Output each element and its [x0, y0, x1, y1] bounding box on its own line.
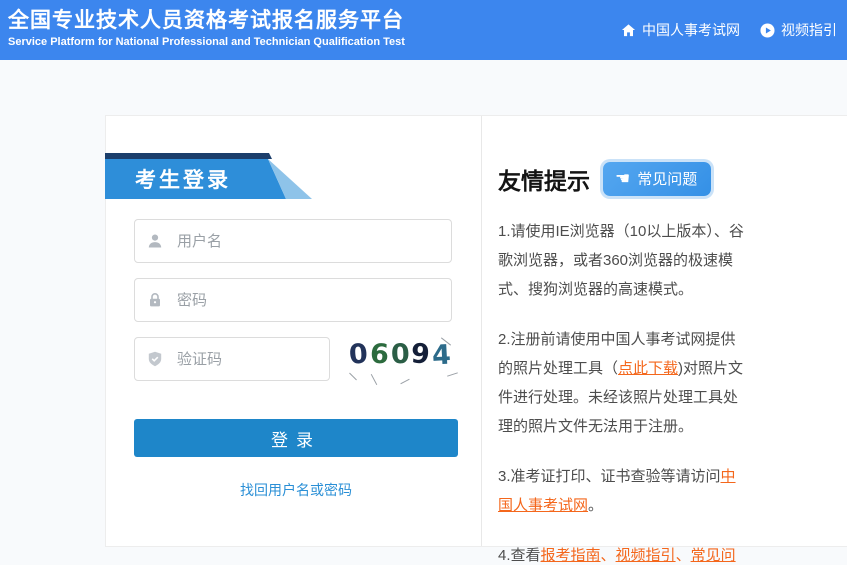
user-icon	[147, 233, 163, 249]
page-title: 全国专业技术人员资格考试报名服务平台	[8, 4, 404, 34]
pointing-hand-icon: ☚	[615, 170, 630, 187]
shield-check-icon	[147, 351, 163, 367]
faq-button-label: 常见问题	[637, 168, 697, 189]
tips-header: 友情提示 ☚ 常见问题	[498, 162, 711, 196]
lock-icon	[147, 292, 163, 308]
tip-item-3: 3.准考证打印、证书查验等请访问中国人事考试网。	[498, 462, 748, 520]
tips-list: 1.请使用IE浏览器（10以上版本）、谷歌浏览器，或者360浏览器的极速模式、搜…	[498, 217, 748, 565]
exam-guide-link[interactable]: 报考指南	[541, 547, 601, 564]
captcha-noise-line	[371, 374, 378, 385]
captcha-field-wrap	[134, 337, 330, 381]
faq-button[interactable]: ☚ 常见问题	[603, 162, 711, 196]
tip-item-1: 1.请使用IE浏览器（10以上版本）、谷歌浏览器，或者360浏览器的极速模式、搜…	[498, 217, 748, 304]
card-divider	[481, 116, 482, 546]
tip-1-text: 1.请使用IE浏览器（10以上版本）、谷歌浏览器，或者360浏览器的极速模式、搜…	[498, 223, 744, 298]
tip-item-4: 4.查看报考指南、视频指引、常见问题、咨询电话。	[498, 541, 748, 565]
tip-4-separator: 、	[601, 547, 616, 564]
password-field-wrap	[134, 278, 452, 322]
header-nav: 中国人事考试网 视频指引	[621, 20, 837, 40]
password-input[interactable]	[134, 278, 452, 322]
forgot-link-wrap: 找回用户名或密码	[134, 480, 458, 500]
nav-link-site[interactable]: 中国人事考试网	[621, 20, 740, 40]
home-icon	[621, 23, 636, 38]
captcha-noise-line	[400, 379, 409, 385]
captcha-noise-line	[349, 373, 357, 381]
tip-3-text: 3.准考证打印、证书查验等请访问	[498, 468, 721, 485]
page: 全国专业技术人员资格考试报名服务平台 Service Platform for …	[0, 0, 847, 565]
captcha-noise-line	[447, 372, 458, 376]
captcha-input[interactable]	[134, 337, 330, 381]
tip-item-2: 2.注册前请使用中国人事考试网提供的照片处理工具（点此下载)对照片文件进行处理。…	[498, 325, 748, 441]
captcha-image[interactable]: 06094	[344, 337, 458, 383]
nav-link-video[interactable]: 视频指引	[760, 20, 837, 40]
username-field-wrap	[134, 219, 452, 263]
captcha-code: 06094	[344, 339, 458, 370]
video-guide-link[interactable]: 视频指引	[616, 547, 676, 564]
tip-4-text: 4.查看	[498, 547, 541, 564]
banner-title: 考生登录	[135, 164, 231, 194]
page-subtitle: Service Platform for National Profession…	[8, 36, 405, 48]
tips-title: 友情提示	[498, 162, 590, 196]
tip-3-text-post: 。	[588, 497, 603, 514]
download-photo-tool-link[interactable]: 点此下载	[618, 360, 678, 377]
login-card: 考生登录 06094	[105, 115, 847, 547]
tip-4-separator: 、	[676, 547, 691, 564]
username-input[interactable]	[134, 219, 452, 263]
candidate-login-banner: 考生登录	[105, 153, 317, 199]
nav-link-site-label: 中国人事考试网	[642, 20, 740, 40]
header: 全国专业技术人员资格考试报名服务平台 Service Platform for …	[0, 0, 847, 60]
forgot-username-password-link[interactable]: 找回用户名或密码	[240, 482, 352, 498]
play-icon	[760, 23, 775, 38]
login-button[interactable]: 登录	[134, 419, 458, 457]
nav-link-video-label: 视频指引	[781, 20, 837, 40]
